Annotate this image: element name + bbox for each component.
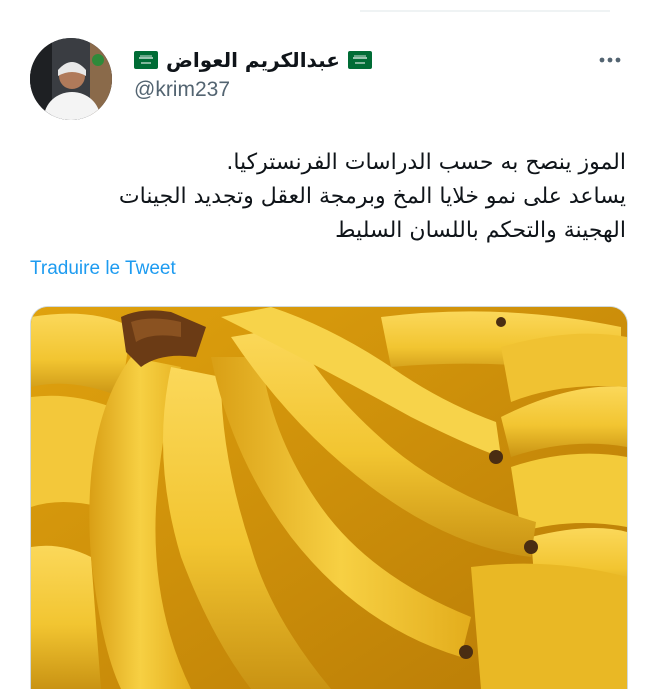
tweet-text-line: يساعد على نمو خلايا المخ وبرمجة العقل وت… xyxy=(118,184,626,209)
tweet-text-line: الهجينة والتحكم باللسان السليط xyxy=(335,218,626,243)
bananas-photo xyxy=(31,307,627,689)
author-handle[interactable]: @krim237 xyxy=(134,78,574,102)
avatar-photo xyxy=(30,38,112,120)
more-horizontal-icon xyxy=(599,57,621,63)
tweet-text-line: الموز ينصح به حسب الدراسات الفرنستركيا. xyxy=(226,150,626,175)
more-options-button[interactable] xyxy=(594,44,626,76)
saudi-flag-icon xyxy=(347,51,372,69)
tweet-header: عبدالكريم العواض @krim237 xyxy=(134,46,574,102)
avatar[interactable] xyxy=(30,38,112,120)
tweet-media-image[interactable] xyxy=(30,306,628,689)
tweet-text: الموز ينصح به حسب الدراسات الفرنستركيا. … xyxy=(30,146,626,248)
author-name[interactable]: عبدالكريم العواض xyxy=(166,48,340,72)
saudi-flag-icon xyxy=(134,51,158,69)
top-divider xyxy=(360,10,610,12)
author-name-row[interactable]: عبدالكريم العواض xyxy=(134,46,574,74)
translate-tweet-link[interactable]: Traduire le Tweet xyxy=(30,258,176,280)
